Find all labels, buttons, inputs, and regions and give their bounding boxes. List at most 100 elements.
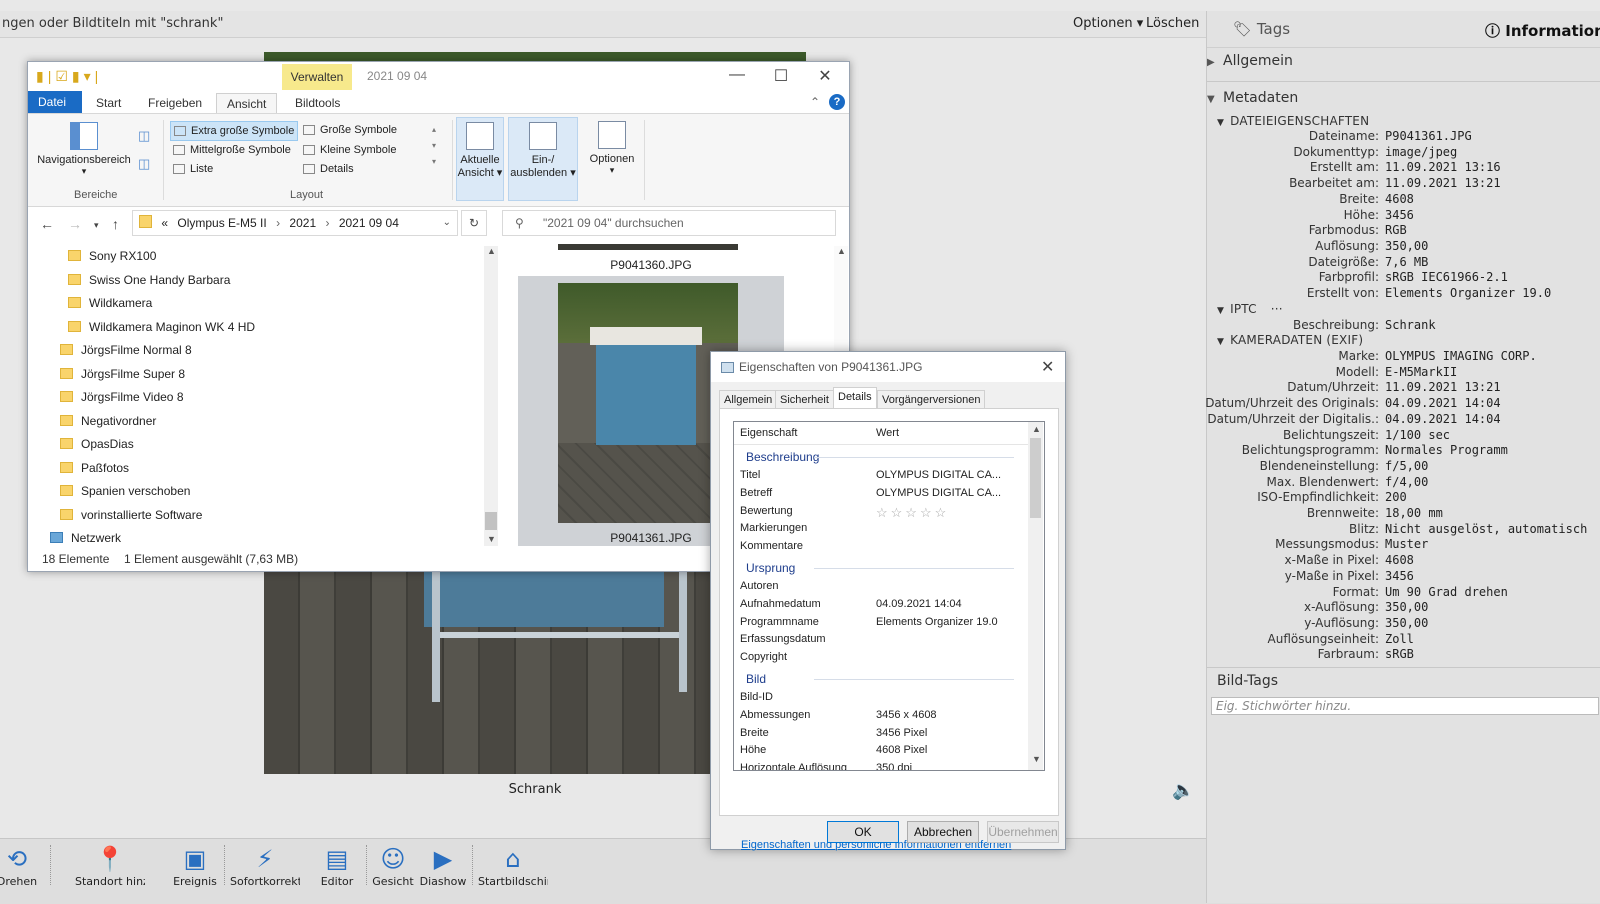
layout-gallery-scroll[interactable]: ▴ ▾ ▾: [432, 122, 436, 170]
breadcrumb-2021-09-04[interactable]: 2021 09 04: [339, 216, 399, 230]
tab-view[interactable]: Ansicht: [216, 93, 278, 114]
property-row[interactable]: Autoren: [740, 580, 1028, 596]
property-section[interactable]: Bild: [746, 672, 1016, 686]
search-input[interactable]: ⚲ "2021 09 04" durchsuchen: [502, 210, 836, 236]
preview-pane-icon[interactable]: ◫: [138, 128, 150, 144]
slideshow-button[interactable]: ▶ Diashow: [408, 843, 478, 888]
property-section[interactable]: Ursprung: [746, 561, 1016, 575]
ok-button[interactable]: OK: [827, 821, 899, 843]
property-section[interactable]: Beschreibung: [746, 450, 1016, 464]
property-row[interactable]: Abmessungen 3456 x 4608: [740, 709, 1028, 725]
minimize-button[interactable]: —: [715, 66, 759, 84]
tree-item[interactable]: OpasDias: [60, 434, 134, 454]
tab-picture-tools[interactable]: Bildtools: [285, 93, 350, 113]
search-text[interactable]: ngen oder Bildtiteln mit "schrank": [2, 16, 223, 31]
add-location-button[interactable]: 📍Standort hinzufügen: [75, 843, 145, 888]
delete-search-button[interactable]: Löschen: [1146, 16, 1199, 31]
navigation-scrollbar[interactable]: ▲ ▼: [484, 246, 498, 546]
file-name[interactable]: P9041360.JPG: [502, 258, 800, 272]
layout-small[interactable]: Kleine Symbole: [300, 141, 430, 159]
rotate-button[interactable]: ⟲ Drehen: [0, 843, 52, 888]
iptc-more-button[interactable]: ···: [1271, 302, 1283, 316]
details-pane-icon[interactable]: ◫: [138, 156, 150, 172]
property-row[interactable]: Aufnahmedatum 04.09.2021 14:04: [740, 598, 1028, 614]
navigation-pane-button[interactable]: Navigationsbereich ▾: [34, 122, 134, 177]
property-row[interactable]: Titel OLYMPUS DIGITAL CA...: [740, 469, 1028, 485]
options-button[interactable]: Optionen ▾: [584, 121, 640, 176]
up-arrow-icon[interactable]: ↑: [112, 216, 119, 232]
tree-item[interactable]: JörgsFilme Super 8: [60, 364, 185, 384]
property-row[interactable]: Erfassungsdatum: [740, 633, 1028, 649]
keyword-input[interactable]: Eig. Stichwörter hinzu.: [1211, 697, 1599, 715]
apply-button[interactable]: Übernehmen: [987, 821, 1059, 843]
tab-start[interactable]: Start: [86, 93, 131, 113]
current-view-button[interactable]: Aktuelle Ansicht ▾: [456, 117, 504, 201]
instant-fix-button[interactable]: ⚡Sofortkorrektur: [230, 843, 300, 888]
layout-extra-large[interactable]: Extra große Symbole: [170, 121, 298, 141]
properties-list[interactable]: Eigenschaft Wert Beschreibung Titel OLYMPU…: [733, 421, 1045, 771]
property-row[interactable]: Copyright: [740, 651, 1028, 667]
home-button[interactable]: ⌂Startbildschirm: [478, 843, 548, 888]
property-row[interactable]: Bild-ID: [740, 691, 1028, 707]
file-properties-header[interactable]: ▼ DATEIEIGENSCHAFTEN: [1217, 114, 1369, 128]
property-row[interactable]: Markierungen: [740, 522, 1028, 538]
breadcrumb-olympus[interactable]: Olympus E-M5 II: [177, 216, 266, 230]
property-row[interactable]: Programmname Elements Organizer 19.0: [740, 616, 1028, 632]
options-menu[interactable]: Optionen ▾: [1073, 16, 1143, 31]
property-row[interactable]: Bewertung ☆☆☆☆☆: [740, 505, 1028, 521]
tree-item[interactable]: Netzwerk: [50, 528, 121, 546]
address-overflow[interactable]: «: [161, 216, 168, 230]
property-row[interactable]: Breite 3456 Pixel: [740, 727, 1028, 743]
layout-large[interactable]: Große Symbole: [300, 121, 430, 139]
tab-manage[interactable]: Verwalten: [282, 64, 352, 90]
iptc-header[interactable]: ▼ IPTC ···: [1217, 302, 1283, 316]
tree-item[interactable]: Paßfotos: [60, 458, 129, 478]
breadcrumb-2021[interactable]: 2021: [289, 216, 316, 230]
tree-item[interactable]: Wildkamera Maginon WK 4 HD: [68, 317, 255, 337]
recent-dropdown-icon[interactable]: ▾: [94, 220, 99, 231]
tree-item[interactable]: Spanien verschoben: [60, 481, 190, 501]
rating-stars[interactable]: ☆☆☆☆☆: [876, 505, 1006, 521]
property-row[interactable]: Höhe 4608 Pixel: [740, 744, 1028, 760]
tab-previous-versions[interactable]: Vorgängerversionen: [877, 390, 986, 409]
layout-medium[interactable]: Mittelgroße Symbole: [170, 141, 316, 159]
collapse-ribbon-icon[interactable]: ⌃: [810, 95, 820, 109]
tab-security[interactable]: Sicherheit: [775, 390, 834, 409]
event-button[interactable]: ▣ Ereignis: [160, 843, 230, 888]
properties-scrollbar[interactable]: ▲ ▼: [1028, 422, 1043, 770]
tree-item[interactable]: JörgsFilme Video 8: [60, 387, 184, 407]
tab-file[interactable]: Datei: [28, 91, 82, 113]
property-row[interactable]: Kommentare: [740, 540, 1028, 556]
column-value[interactable]: Wert: [876, 427, 899, 439]
property-row[interactable]: Betreff OLYMPUS DIGITAL CA...: [740, 487, 1028, 503]
thumbnail-previous[interactable]: [558, 244, 738, 250]
help-icon[interactable]: ?: [829, 94, 845, 110]
tab-share[interactable]: Freigeben: [138, 93, 212, 113]
forward-arrow-icon[interactable]: →: [68, 216, 82, 232]
layout-details[interactable]: Details: [300, 160, 430, 178]
tree-item[interactable]: Wildkamera: [68, 293, 152, 313]
address-dropdown-icon[interactable]: ⌄: [443, 211, 451, 235]
maximize-button[interactable]: ☐: [759, 66, 803, 86]
show-hide-button[interactable]: Ein-/ ausblenden ▾: [508, 117, 578, 201]
tree-item[interactable]: JörgsFilme Normal 8: [60, 340, 192, 360]
speaker-icon[interactable]: 🔈: [1172, 780, 1194, 801]
dialog-close-button[interactable]: ✕: [1041, 357, 1054, 377]
section-general[interactable]: ▶ Allgemein: [1207, 53, 1293, 69]
tree-item[interactable]: Sony RX100: [68, 246, 156, 266]
tree-item[interactable]: Negativordner: [60, 411, 156, 431]
quick-access-toolbar[interactable]: ▮|☑▮▾|: [36, 68, 102, 85]
tree-item[interactable]: vorinstallierte Software: [60, 505, 202, 525]
cancel-button[interactable]: Abbrechen: [907, 821, 979, 843]
tab-general[interactable]: Allgemein: [719, 390, 778, 409]
layout-list[interactable]: Liste: [170, 160, 300, 178]
refresh-button[interactable]: ↻: [461, 210, 487, 236]
property-row[interactable]: Horizontale Auflösung 350 dpi: [740, 762, 1028, 770]
tab-details[interactable]: Details: [833, 387, 877, 409]
tree-item[interactable]: Swiss One Handy Barbara: [68, 270, 230, 290]
address-bar[interactable]: « Olympus E-M5 II › 2021 › 2021 09 04 ⌄: [132, 210, 458, 236]
tab-tags[interactable]: 🏷 Tags: [1233, 20, 1290, 38]
section-metadata[interactable]: ▼ Metadaten: [1207, 90, 1298, 106]
exif-header[interactable]: ▼ KAMERADATEN (EXIF): [1217, 333, 1363, 347]
tab-information[interactable]: ⓘ Informationen: [1485, 20, 1600, 41]
